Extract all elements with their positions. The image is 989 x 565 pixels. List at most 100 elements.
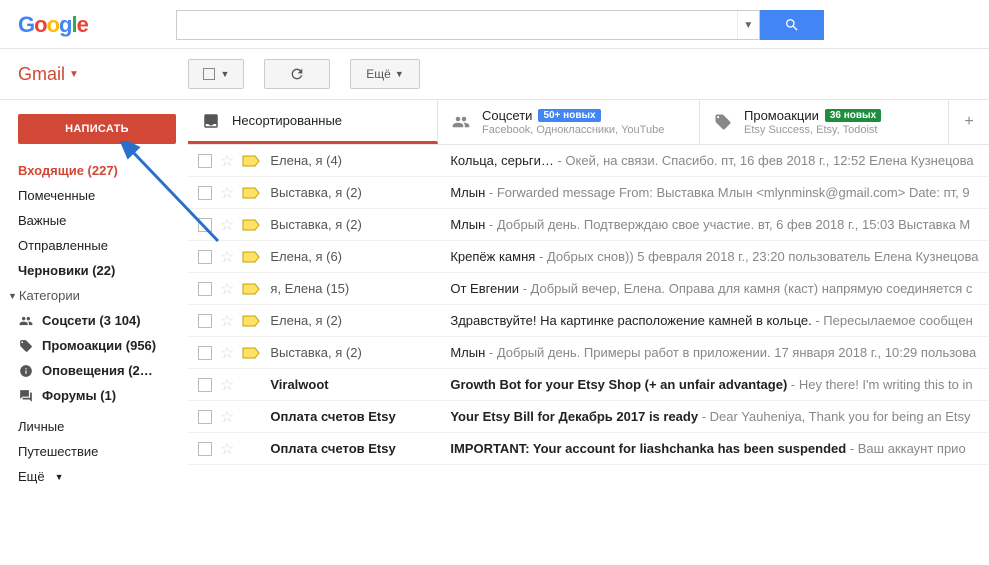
star-icon[interactable]: ☆	[220, 247, 234, 267]
importance-marker[interactable]	[242, 155, 260, 167]
row-checkbox[interactable]	[198, 154, 212, 168]
message-row[interactable]: ☆я, Елена (15)От Евгении - Добрый вечер,…	[188, 273, 989, 305]
row-snippet: - Ваш аккаунт прио	[846, 441, 965, 456]
header: Google ▼	[0, 0, 989, 49]
row-sender: Оплата счетов Etsy	[270, 441, 450, 456]
row-checkbox[interactable]	[198, 186, 212, 200]
row-checkbox[interactable]	[198, 314, 212, 328]
search-input[interactable]	[177, 11, 737, 39]
nav-personal[interactable]: Личные	[0, 414, 188, 439]
nav-drafts[interactable]: Черновики (22)	[0, 258, 188, 283]
tab-promo[interactable]: Промоакции36 новых Etsy Success, Etsy, T…	[700, 100, 949, 144]
nav-travel[interactable]: Путешествие	[0, 439, 188, 464]
importance-marker[interactable]	[242, 187, 260, 199]
message-row[interactable]: ☆ Елена, я (2)Здравствуйте! На картинке р…	[188, 305, 989, 337]
message-row[interactable]: ☆Выставка, я (2)Млын - Добрый день. Подт…	[188, 209, 989, 241]
star-icon[interactable]: ☆	[220, 375, 234, 395]
row-snippet: - Добрых снов)) 5 февраля 2018 г., 23:20…	[535, 249, 978, 264]
caret-down-icon: ▼	[8, 291, 17, 301]
row-content: Млын - Добрый день. Примеры работ в прил…	[450, 345, 976, 360]
more-button[interactable]: Ещё ▼	[350, 59, 420, 89]
row-checkbox[interactable]	[198, 442, 212, 456]
nav-social[interactable]: Соцсети (3 104)	[0, 308, 188, 333]
tab-primary-label: Несортированные	[232, 113, 342, 128]
row-snippet: - Добрый день. Подтверждаю свое участие.…	[485, 217, 970, 232]
row-snippet: - Hey there! I'm writing this to in	[787, 377, 972, 392]
row-snippet: - Добрый вечер, Елена. Оправа для камня …	[519, 281, 972, 296]
row-sender: Оплата счетов Etsy	[270, 409, 450, 424]
row-subject: Крепёж камня	[450, 249, 535, 264]
nav-forums[interactable]: Форумы (1)	[0, 383, 188, 408]
gmail-menu[interactable]: Gmail ▼	[18, 64, 188, 85]
tab-promo-sub: Etsy Success, Etsy, Todoist	[744, 124, 881, 136]
nav-more[interactable]: Ещё▼	[0, 464, 188, 489]
row-checkbox[interactable]	[198, 346, 212, 360]
nav-sent[interactable]: Отправленные	[0, 233, 188, 258]
row-subject: Млын	[450, 185, 485, 200]
tab-social[interactable]: Соцсети50+ новых Facebook, Одноклассники…	[438, 100, 700, 144]
nav-starred[interactable]: Помеченные	[0, 183, 188, 208]
star-icon[interactable]: ☆	[220, 183, 234, 203]
category-tabs: Несортированные Соцсети50+ новых Faceboo…	[188, 100, 989, 145]
tag-icon	[714, 113, 732, 131]
importance-marker[interactable]	[242, 283, 260, 295]
message-row[interactable]: ☆ Елена, я (6)Крепёж камня - Добрых снов)…	[188, 241, 989, 273]
star-icon[interactable]: ☆	[220, 343, 234, 363]
message-row[interactable]: ☆ Выставка, я (2)Млын - Forwarded message…	[188, 177, 989, 209]
toolbar: ▼ Ещё ▼	[188, 59, 420, 89]
row-content: Здравствуйте! На картинке расположение к…	[450, 313, 972, 328]
row-checkbox[interactable]	[198, 250, 212, 264]
search-options-dropdown[interactable]: ▼	[737, 11, 759, 39]
row-checkbox[interactable]	[198, 410, 212, 424]
star-icon[interactable]: ☆	[220, 279, 234, 299]
message-row[interactable]: ☆Выставка, я (2)Млын - Добрый день. Прим…	[188, 337, 989, 369]
importance-marker[interactable]	[242, 315, 260, 327]
row-subject: Здравствуйте! На картинке расположение к…	[450, 313, 811, 328]
star-icon[interactable]: ☆	[220, 311, 234, 331]
select-button[interactable]: ▼	[188, 59, 244, 89]
tab-social-title: Соцсети	[482, 108, 532, 123]
row-content: Your Etsy Bill for Декабрь 2017 is ready…	[450, 409, 970, 424]
row-subject: Млын	[450, 345, 485, 360]
tab-add[interactable]: +	[949, 100, 989, 144]
row-snippet: - Окей, на связи. Спасибо. пт, 16 фев 20…	[554, 153, 974, 168]
star-icon[interactable]: ☆	[220, 407, 234, 427]
people-icon	[18, 314, 34, 328]
row-sender: Выставка, я (2)	[270, 185, 450, 200]
importance-marker[interactable]	[242, 251, 260, 263]
search-icon	[784, 17, 800, 33]
people-icon	[452, 113, 470, 131]
search-box: ▼	[176, 10, 760, 40]
row-checkbox[interactable]	[198, 282, 212, 296]
row-checkbox[interactable]	[198, 218, 212, 232]
forum-icon	[18, 389, 34, 403]
row-content: Крепёж камня - Добрых снов)) 5 февраля 2…	[450, 249, 978, 264]
nav-updates[interactable]: Оповещения (2…	[0, 358, 188, 383]
caret-down-icon: ▼	[69, 69, 79, 80]
refresh-button[interactable]	[264, 59, 330, 89]
message-row[interactable]: ☆ViralwootGrowth Bot for your Etsy Shop …	[188, 369, 989, 401]
star-icon[interactable]: ☆	[220, 215, 234, 235]
star-icon[interactable]: ☆	[220, 151, 234, 171]
compose-button[interactable]: НАПИСАТЬ	[18, 114, 176, 144]
nav-categories-toggle[interactable]: ▼Категории	[0, 283, 188, 308]
importance-marker[interactable]	[242, 347, 260, 359]
row-content: Млын - Forwarded message From: Выставка …	[450, 185, 969, 200]
tab-primary[interactable]: Несортированные	[188, 100, 438, 144]
message-row[interactable]: ☆ Оплата счетов EtsyYour Etsy Bill for Де…	[188, 401, 989, 433]
row-sender: Елена, я (6)	[270, 249, 450, 264]
star-icon[interactable]: ☆	[220, 439, 234, 459]
row-checkbox[interactable]	[198, 378, 212, 392]
message-row[interactable]: ☆Елена, я (4)Кольца, серьги… - Окей, на …	[188, 145, 989, 177]
google-logo[interactable]: Google	[18, 12, 88, 38]
tab-promo-badge: 36 новых	[825, 109, 881, 122]
importance-marker[interactable]	[242, 219, 260, 231]
nav-inbox[interactable]: Входящие (227)	[0, 158, 188, 183]
message-row[interactable]: ☆Оплата счетов EtsyIMPORTANT: Your accou…	[188, 433, 989, 465]
plus-icon: +	[964, 113, 973, 131]
row-sender: Елена, я (2)	[270, 313, 450, 328]
nav-important[interactable]: Важные	[0, 208, 188, 233]
row-sender: Елена, я (4)	[270, 153, 450, 168]
search-button[interactable]	[760, 10, 824, 40]
nav-promo[interactable]: Промоакции (956)	[0, 333, 188, 358]
